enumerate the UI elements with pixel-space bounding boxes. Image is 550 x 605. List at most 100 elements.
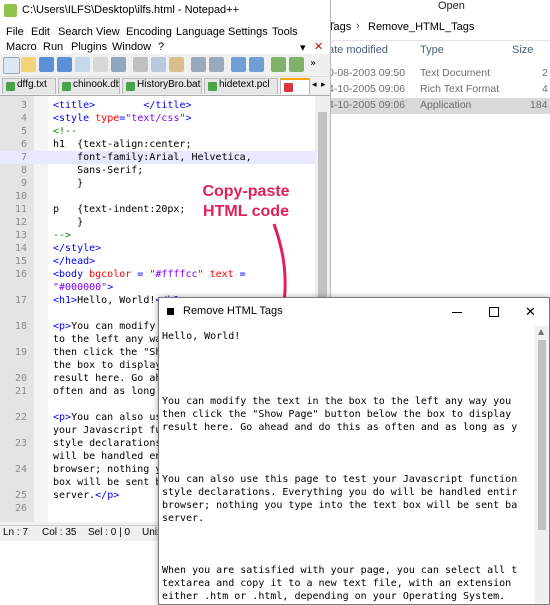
new-file-icon[interactable] — [3, 57, 20, 74]
minimize-doc-icon[interactable]: ▾ — [300, 41, 306, 54]
line-number: 12 — [14, 217, 27, 228]
menu-window[interactable]: Window — [112, 41, 151, 53]
file-icon — [62, 82, 71, 91]
print-icon[interactable] — [111, 57, 126, 72]
code-token: </title> — [143, 100, 192, 111]
menu-file[interactable]: File — [6, 26, 24, 38]
close-doc-icon[interactable]: ✕ — [314, 40, 323, 53]
tab-chinook[interactable]: chinook.db3 — [58, 78, 120, 94]
menu-macro[interactable]: Macro — [6, 41, 37, 53]
output-line: result here. Go ahead and do this as oft… — [162, 422, 518, 433]
output-text-area[interactable]: Hello, World! You can modify the text in … — [159, 326, 535, 604]
save-icon[interactable] — [39, 57, 54, 72]
zoom-out-icon[interactable] — [289, 57, 304, 72]
tab-scroll-right-icon[interactable]: ▸ — [321, 80, 326, 90]
menu-help[interactable]: ? — [158, 41, 164, 53]
line-number: 16 — [14, 269, 27, 280]
menu-plugins[interactable]: Plugins — [71, 41, 107, 53]
file-icon — [284, 83, 293, 92]
code-token: font-family:Arial, Helvetica, — [53, 152, 252, 163]
column-header-date[interactable]: ate modified — [328, 44, 388, 56]
code-line[interactable]: 5 <!-- — [0, 125, 315, 138]
menu-edit[interactable]: Edit — [31, 26, 50, 38]
explorer-breadcrumb[interactable]: Tags › Remove_HTML_Tags — [326, 14, 550, 41]
annotation-line: Copy-paste — [202, 183, 290, 200]
code-line[interactable]: 4 <style type="text/css"> — [0, 112, 315, 125]
maximize-icon[interactable] — [489, 307, 499, 317]
line-number: 11 — [14, 204, 27, 215]
file-row[interactable]: 4-10-2005 09:06 Rich Text Format 4 — [326, 82, 550, 98]
menu-search[interactable]: Search — [58, 26, 93, 38]
menu-view[interactable]: View — [96, 26, 120, 38]
file-type: Rich Text Format — [420, 83, 500, 95]
code-line[interactable]: 8 Sans-Serif; — [0, 164, 315, 177]
code-token: Hello, World! — [77, 295, 156, 306]
menu-tools[interactable]: Tools — [272, 26, 298, 38]
column-header-type[interactable]: Type — [420, 44, 444, 56]
code-line[interactable]: 7 font-family:Arial, Helvetica, — [0, 151, 315, 164]
paste-icon[interactable] — [169, 57, 184, 72]
annotation-line: HTML code — [203, 203, 289, 220]
zoom-in-icon[interactable] — [271, 57, 286, 72]
code-line[interactable]: 6 h1 {text-align:center; — [0, 138, 315, 151]
copy-icon[interactable] — [151, 57, 166, 72]
replace-icon[interactable] — [249, 57, 264, 72]
undo-icon[interactable] — [191, 57, 206, 72]
menu-run[interactable]: Run — [43, 41, 63, 53]
code-text: --> — [53, 229, 71, 242]
redo-icon[interactable] — [209, 57, 224, 72]
code-token: bgcolor — [89, 269, 132, 280]
find-icon[interactable] — [231, 57, 246, 72]
code-line[interactable]: 3 <title> </title> — [0, 99, 315, 112]
close-all-icon[interactable] — [93, 57, 108, 72]
file-date: 4-10-2005 09:06 — [328, 83, 406, 95]
tab-label: hidetext.pcl — [219, 79, 270, 90]
code-token: "text/css" — [125, 113, 186, 124]
file-row-selected[interactable]: 4-10-2005 09:06 Application 184 — [326, 98, 550, 114]
save-all-icon[interactable] — [57, 57, 72, 72]
output-vertical-scrollbar[interactable]: ▲ — [535, 326, 549, 604]
menu-language[interactable]: Language — [176, 26, 225, 38]
menu-settings[interactable]: Settings — [228, 26, 268, 38]
file-size: 184 — [530, 99, 548, 111]
cut-icon[interactable] — [133, 57, 148, 72]
notepadpp-title-bar[interactable]: C:\Users\ILFS\Desktop\ilfs.html - Notepa… — [0, 0, 330, 22]
breadcrumb-item[interactable]: Tags — [328, 21, 351, 33]
code-token: > — [185, 113, 192, 124]
tab-dffg[interactable]: dffg.txt — [2, 78, 56, 94]
toolbar-overflow-icon[interactable]: » — [310, 58, 316, 69]
code-token: "#000000" — [53, 282, 108, 293]
file-date: 0-08-2003 09:50 — [328, 67, 406, 79]
notepadpp-toolbar: » — [0, 54, 330, 77]
code-text: } — [53, 216, 83, 229]
line-number: 15 — [14, 256, 27, 267]
open-file-icon[interactable] — [21, 57, 36, 72]
file-row[interactable]: 0-08-2003 09:50 Text Document 2 — [326, 66, 550, 82]
tab-scroll-left-icon[interactable]: ◂ — [312, 80, 317, 90]
output-line: browser; nothing you type into the text … — [162, 500, 518, 511]
tab-historybro[interactable]: HistoryBro.bat — [122, 78, 202, 94]
code-text: p {text-indent:20px; — [53, 203, 185, 216]
column-header-size[interactable]: Size — [512, 44, 533, 56]
tab-ilfs-active[interactable] — [280, 78, 310, 94]
scroll-up-icon[interactable]: ▲ — [538, 327, 544, 336]
file-size: 4 — [542, 83, 548, 95]
remove-tags-title-bar[interactable]: Remove HTML Tags ✕ — [159, 298, 549, 326]
output-line: You can also use this page to test your … — [162, 474, 518, 485]
close-file-icon[interactable] — [75, 57, 90, 72]
tab-hidetext[interactable]: hidetext.pcl — [204, 78, 278, 94]
minimize-icon[interactable] — [452, 312, 462, 313]
line-number: 13 — [14, 230, 27, 241]
line-number: 23 — [14, 438, 27, 449]
breadcrumb-item[interactable]: Remove_HTML_Tags — [368, 21, 474, 33]
code-token: text — [209, 269, 234, 280]
code-text: <style type="text/css"> — [53, 112, 192, 125]
menu-encoding[interactable]: Encoding — [126, 26, 172, 38]
line-number: 14 — [14, 243, 27, 254]
output-line: This file can then be moved to your Web … — [162, 603, 445, 604]
close-icon[interactable]: ✕ — [525, 304, 536, 320]
scrollbar-thumb[interactable] — [538, 340, 546, 530]
output-line: Hello, World! — [162, 331, 241, 342]
explorer-open-button[interactable]: Open — [438, 0, 465, 12]
